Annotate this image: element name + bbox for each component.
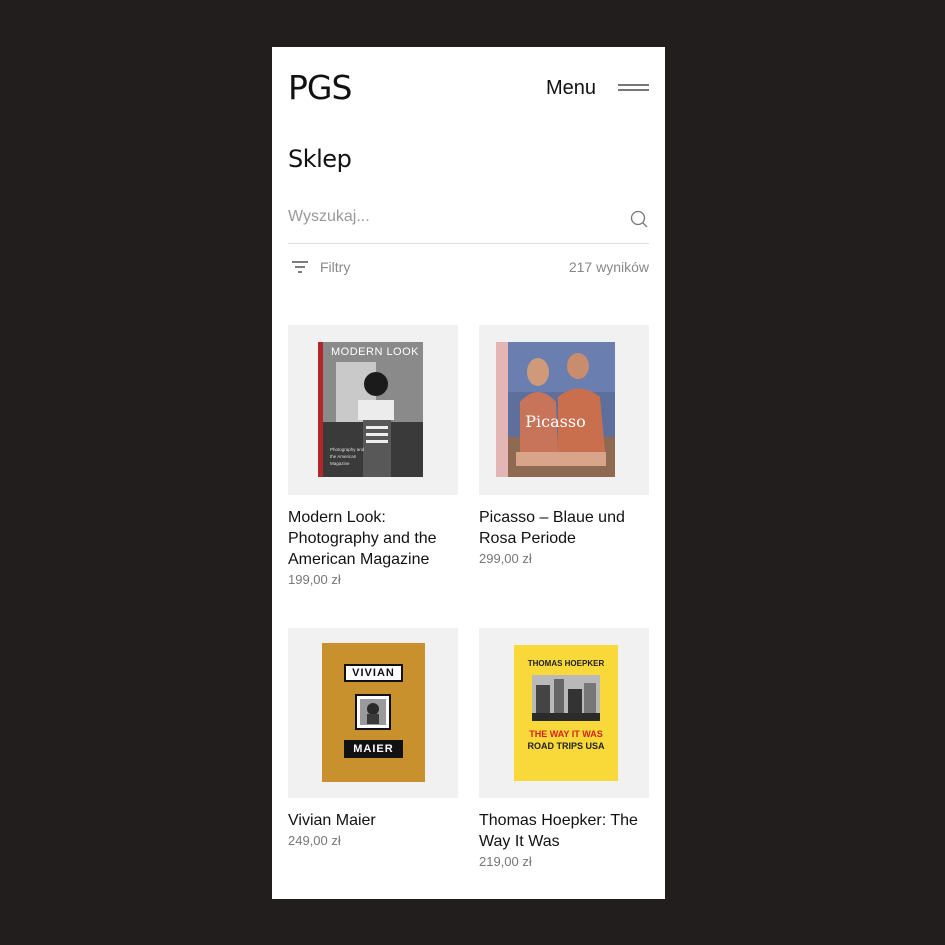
product-card[interactable]: VIVIAN MAIER Vivian Maier 249,00 zł [288,628,458,848]
cover-subtitle: Photography and the American Magazine [330,447,365,466]
product-price: 219,00 zł [479,854,532,869]
cover-photo [532,675,600,721]
filters-bar: Filtry 217 wyników [288,257,649,281]
filter-button[interactable]: Filtry [290,257,350,277]
product-name[interactable]: Picasso – Blaue und Rosa Periode [479,507,649,549]
menu-label: Menu [545,76,596,99]
book-cover: MODERN LOOK Photography and the American… [318,342,423,477]
product-name[interactable]: Vivian Maier [288,810,458,831]
product-card[interactable]: MODERN LOOK Photography and the American… [288,325,458,587]
filter-label: Filtry [320,259,351,275]
book-cover-art [496,342,615,477]
search-bar [288,199,649,244]
product-thumbnail[interactable]: MODERN LOOK Photography and the American… [288,325,458,495]
cover-photo [355,694,391,730]
product-price: 249,00 zł [288,833,341,848]
product-price: 199,00 zł [288,572,341,587]
logo[interactable]: PGS [288,71,352,105]
product-name[interactable]: Modern Look: Photography and the America… [288,507,458,570]
cover-title-bottom: MAIER [344,740,403,758]
cover-title-1: THE WAY IT WAS [529,729,603,739]
product-card[interactable]: Picasso Picasso – Blaue und Rosa Periode… [479,325,649,566]
product-thumbnail[interactable]: Picasso [479,325,649,495]
search-input[interactable] [288,199,588,235]
filter-icon [292,261,308,273]
book-cover: THOMAS HOEPKER THE WAY IT WAS ROAD TRIPS… [514,645,618,781]
menu-button[interactable]: Menu [546,73,649,103]
hamburger-icon [618,84,649,92]
cover-title: Picasso [525,412,586,431]
product-price: 299,00 zł [479,551,532,566]
product-thumbnail[interactable]: VIVIAN MAIER [288,628,458,798]
cover-author: THOMAS HOEPKER [527,659,605,668]
cover-title-top: VIVIAN [344,664,403,682]
cover-title-2: ROAD TRIPS USA [527,741,605,751]
book-cover: Picasso [496,342,615,477]
product-card[interactable]: THOMAS HOEPKER THE WAY IT WAS ROAD TRIPS… [479,628,649,869]
page-title: Sklep [288,145,352,173]
phone-screen: PGS Menu Sklep Filtry 217 wyników [272,47,665,899]
header: PGS Menu [288,71,649,107]
cover-title: MODERN LOOK [331,346,420,358]
cover-photo-art [532,675,600,721]
book-cover: VIVIAN MAIER [322,643,425,782]
product-thumbnail[interactable]: THOMAS HOEPKER THE WAY IT WAS ROAD TRIPS… [479,628,649,798]
product-name[interactable]: Thomas Hoepker: The Way It Was [479,810,649,852]
results-count: 217 wyników [568,259,649,275]
search-icon[interactable] [629,209,649,229]
cover-photo-art [360,699,386,725]
